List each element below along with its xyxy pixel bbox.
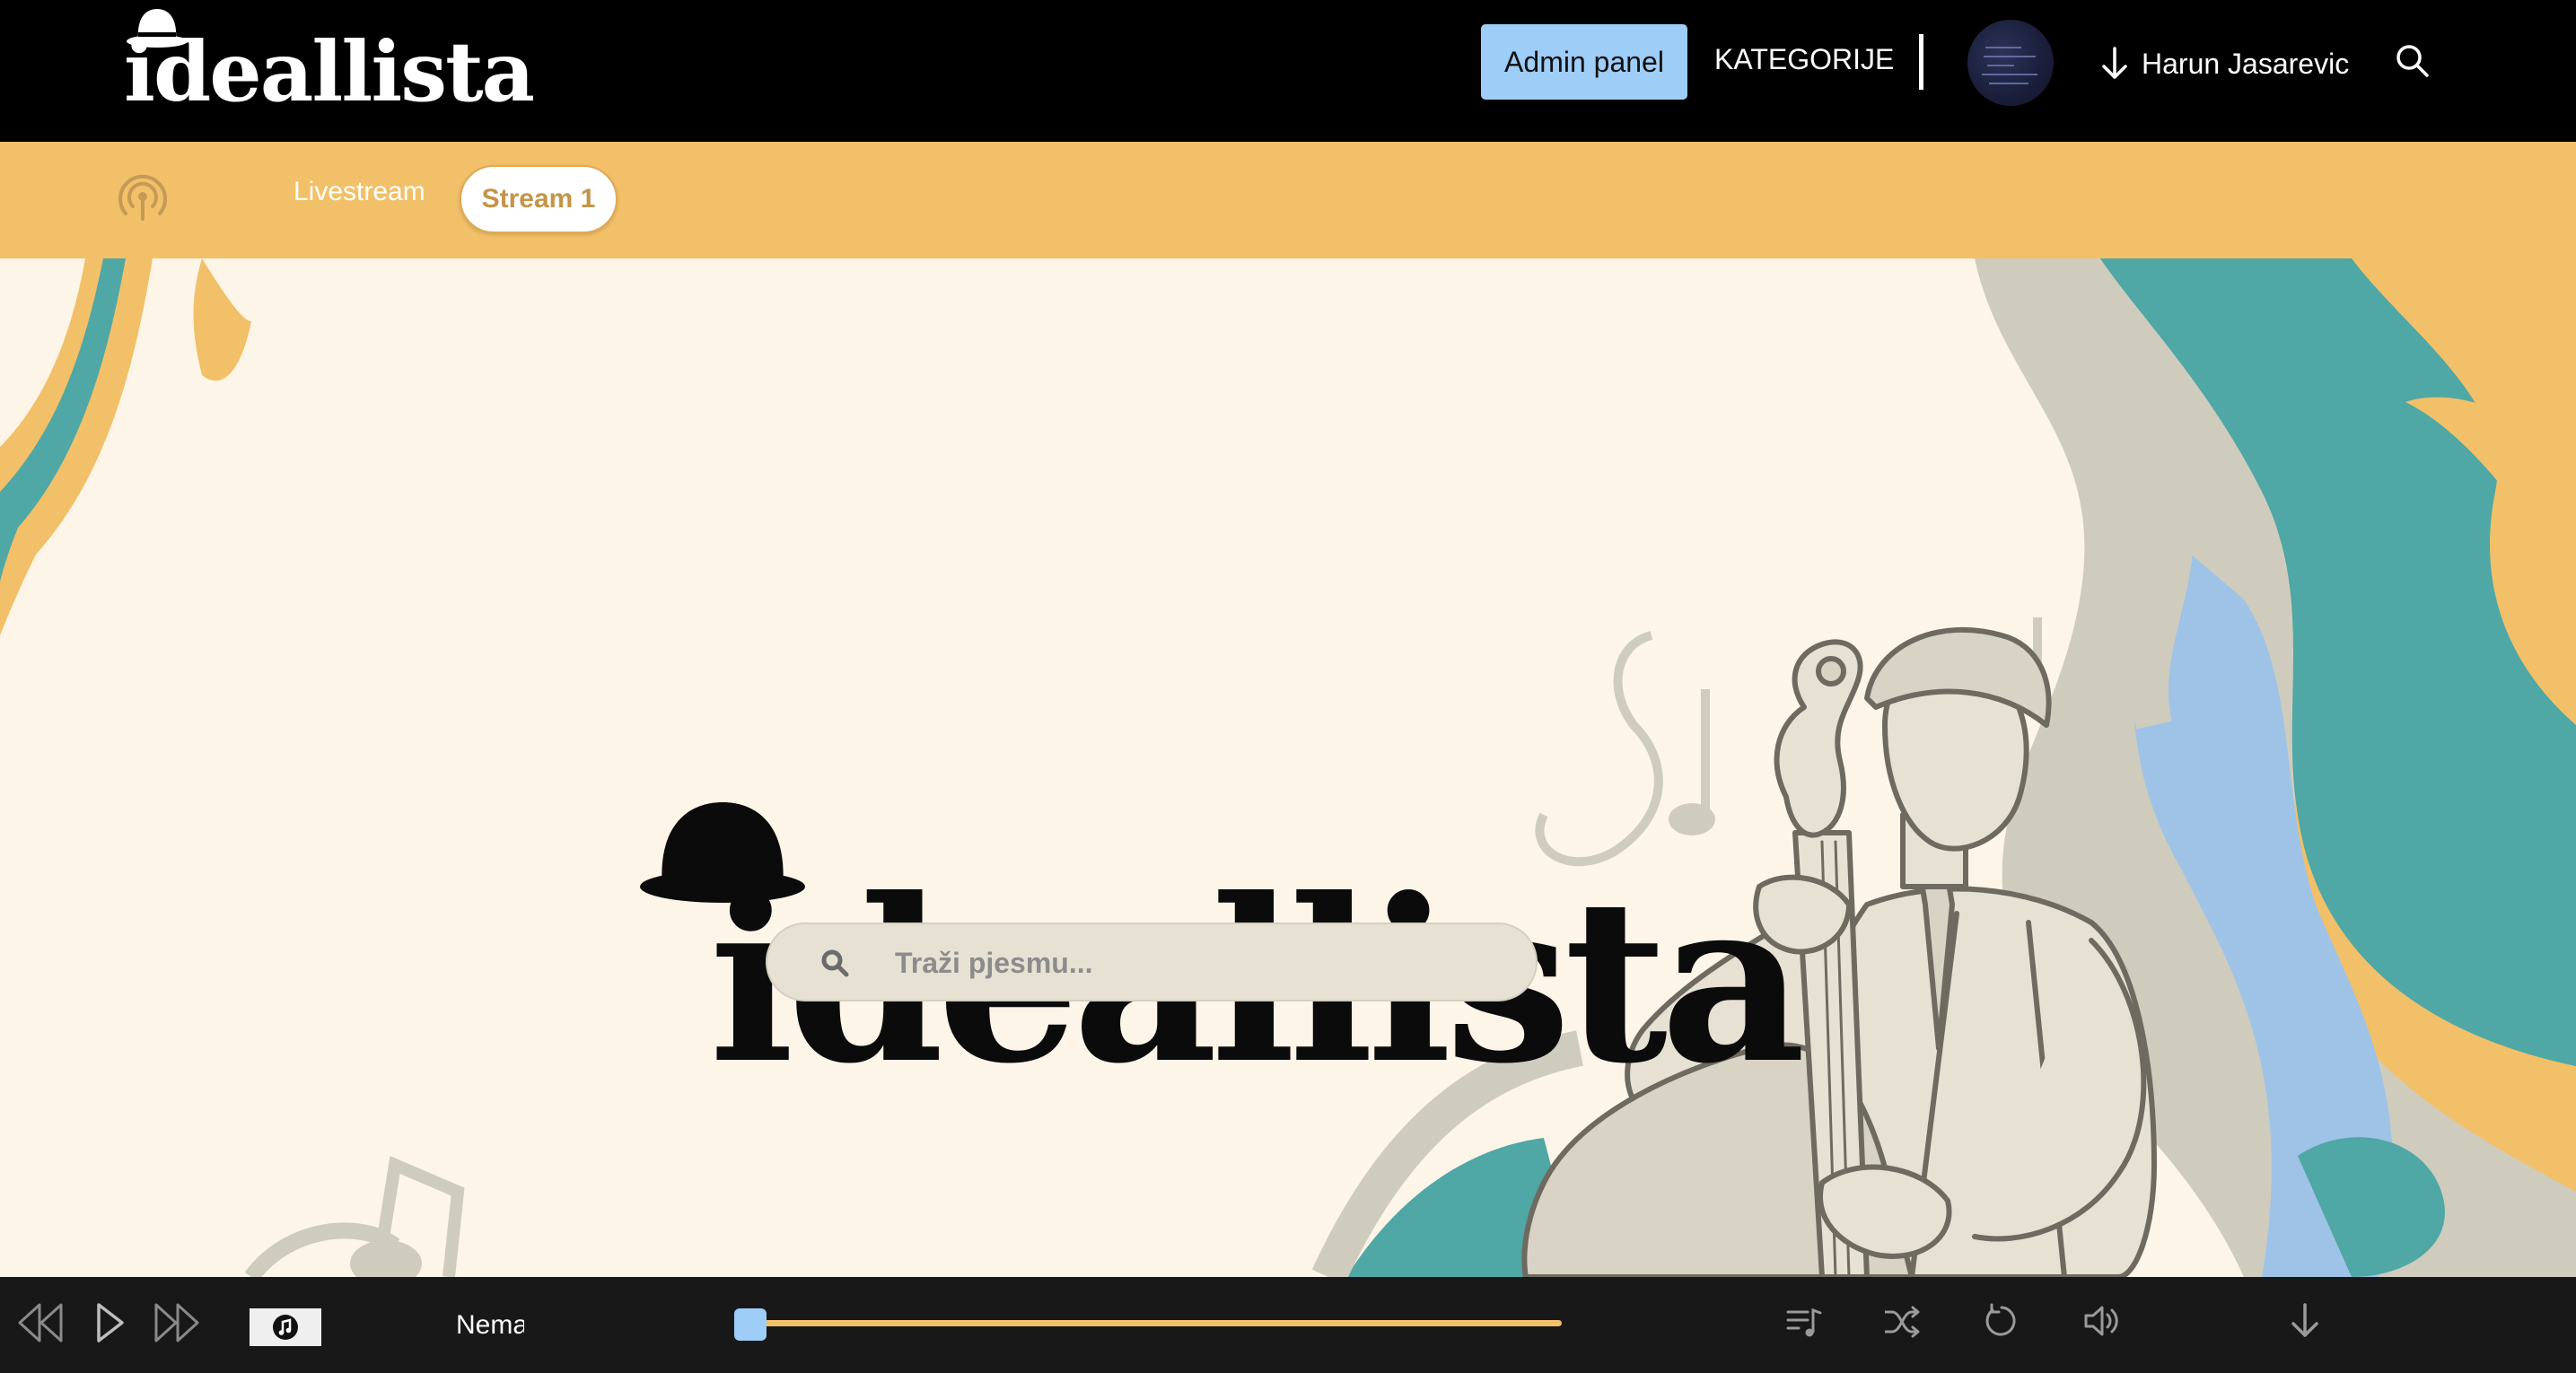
track-title: Nema	[456, 1310, 524, 1340]
avatar[interactable]	[1967, 20, 2054, 106]
top-navbar: ideallista Admin panel KATEGORIJE Harun …	[0, 0, 2576, 142]
shuffle-icon[interactable]	[1883, 1305, 1921, 1339]
broadcast-icon	[118, 174, 167, 221]
hero-section: ideallista	[0, 258, 2576, 1277]
livestream-label: Livestream	[294, 177, 425, 206]
categories-link[interactable]: KATEGORIJE	[1714, 43, 1894, 76]
skip-forward-icon[interactable]	[153, 1301, 201, 1344]
volume-icon[interactable]	[2082, 1303, 2122, 1339]
playlist-icon[interactable]	[1786, 1305, 1822, 1339]
arrow-down-icon[interactable]	[2289, 1303, 2321, 1339]
music-note-icon	[273, 1315, 298, 1340]
search-icon	[821, 949, 849, 977]
repeat-icon[interactable]	[1984, 1303, 2020, 1339]
stream-tab[interactable]: Stream 1	[460, 165, 618, 233]
track-artwork	[250, 1308, 321, 1346]
user-menu[interactable]: Harun Jasarevic	[2100, 47, 2349, 81]
song-search-bar	[766, 923, 1538, 1001]
arrow-down-icon	[2102, 47, 2127, 79]
skip-back-icon[interactable]	[16, 1301, 65, 1344]
play-icon[interactable]	[93, 1301, 126, 1344]
hero-illustration	[0, 258, 2576, 1277]
user-name: Harun Jasarevic	[2142, 47, 2350, 80]
site-logo[interactable]: ideallista	[124, 7, 535, 124]
song-search-input[interactable]	[893, 937, 1507, 989]
nav-divider	[1919, 34, 1923, 90]
progress-bar[interactable]	[750, 1320, 1562, 1326]
logo-text: ideallista	[124, 23, 535, 120]
search-icon[interactable]	[2395, 43, 2431, 79]
progress-handle[interactable]	[734, 1308, 767, 1341]
admin-panel-button[interactable]: Admin panel	[1481, 24, 1687, 100]
